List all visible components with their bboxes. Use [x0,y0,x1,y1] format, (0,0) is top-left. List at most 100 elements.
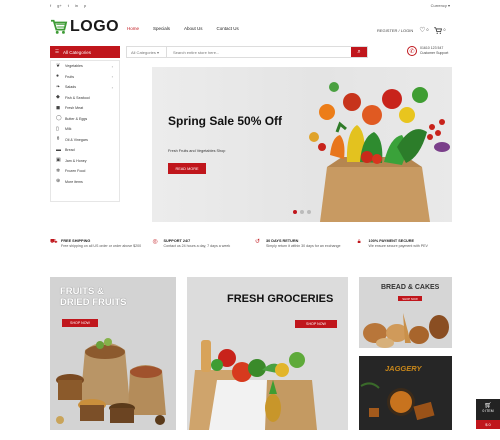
social-links: f g+ t in p [50,3,86,8]
banner-title: FRUITS & DRIED FRUITS [60,286,127,308]
category-item[interactable]: ◼ Fresh Meat [51,103,119,114]
hero-subtitle: Fresh Fruits and Vegetables Shop [168,149,226,153]
banner-fresh-groceries[interactable]: FRESH GROCERIES SHOP NOW [187,277,348,430]
linkedin-icon[interactable]: in [75,3,78,8]
slide-dot-3[interactable] [307,210,311,214]
search-icon: ⌕ [357,48,361,55]
floating-cart-widget[interactable]: 🛒︎ 0 ITEM $ 0 [476,399,500,429]
dried-fruits-image [56,338,166,425]
search-input[interactable]: Search entire store here... [167,50,351,55]
site-logo[interactable]: LOGO [50,18,119,36]
category-item[interactable]: ❄ Frozen Food [51,166,119,177]
chevron-right-icon: › [111,84,113,90]
category-label: Jam & Honey [65,158,87,163]
slide-dot-2[interactable] [300,210,304,214]
category-label: Bread [65,148,75,153]
egg-icon: ◯ [56,115,62,122]
logo-text: LOGO [70,18,120,35]
truck-icon: ⛟ [50,239,58,245]
cart-logo-icon [51,19,68,34]
currency-selector[interactable]: Currency ▾ [431,3,450,8]
feature-desc: Free shipping on all US order or order a… [61,244,142,248]
shop-now-button[interactable]: SHOP NOW [62,319,98,327]
cart-button[interactable]: 0 [434,26,446,34]
chevron-right-icon: › [111,63,113,69]
milk-icon: ▯ [56,125,59,132]
bread-icon: ▬ [56,146,61,153]
feature-desc: Contact us 24 hours a day, 7 days a week [163,244,231,248]
category-item[interactable]: ● Fruits › [51,72,119,83]
jaggery-image [360,382,435,421]
category-label: Butter & Eggs [65,116,88,121]
banner-bread-cakes[interactable]: BREAD & CAKES SHOP NOW [359,277,452,348]
feature-free-shipping: ⛟ FREE SHIPPING Free shipping on all US o… [50,239,153,249]
category-item[interactable]: ❧ Salads › [51,82,119,93]
hero-produce-image [309,82,450,222]
category-label: Fish & Seafood [65,95,90,100]
nav-home[interactable]: Home [127,26,139,31]
cart-total: $ 0 [476,420,500,429]
feature-strip: ⛟ FREE SHIPPING Free shipping on all US o… [50,239,460,249]
wishlist-button[interactable]: ♡ 0 [419,26,428,34]
wishlist-count: 0 [426,28,429,32]
fish-icon: ◆ [56,94,60,101]
leaf-icon: ❧ [56,83,61,90]
banner-title: FRESH GROCERIES [227,293,334,305]
category-item[interactable]: ❦ Vegetables › [51,61,119,72]
category-item[interactable]: ▬ Bread [51,145,119,156]
twitter-icon[interactable]: t [68,3,69,8]
nav-contact-us[interactable]: Contact Us [217,26,239,31]
heart-icon: ♡ [419,27,426,34]
return-icon: ↺ [255,239,261,245]
search-category-select[interactable]: All Categories ▾ [127,47,167,57]
category-label: Fruits [65,74,74,79]
cart-icon [434,26,443,34]
category-item[interactable]: ◆ Fish & Seafood [51,93,119,104]
category-label: Frozen Food [65,169,86,174]
slide-dot-1[interactable] [293,210,297,214]
banner-jaggery[interactable]: JAGGERY [359,356,452,430]
banner-title: JAGGERY [385,364,422,373]
category-item[interactable]: ⚱ Oil & Vinegars [51,135,119,146]
site-header: LOGO Home Specials About Us Contact Us R… [0,18,500,40]
cart-count: 0 [443,28,446,32]
pinterest-icon[interactable]: p [84,3,86,8]
category-item[interactable]: ⊕ More items [51,177,119,188]
bread-image [363,313,449,348]
feature-support: ◎ SUPPORT 24/7 Contact us 24 hours a day,… [153,239,256,249]
top-bar: f g+ t in p Currency ▾ [0,0,500,10]
banner-title: BREAD & CAKES [381,284,440,291]
nav-about-us[interactable]: About Us [184,26,203,31]
register-login-link[interactable]: REGISTER / LOGIN [377,28,413,33]
cart-item-count: 0 ITEM [482,409,494,413]
bottle-icon: ⚱ [56,136,61,143]
category-item[interactable]: ▣ Jam & Honey [51,156,119,167]
meat-icon: ◼ [56,104,61,111]
apple-icon: ● [56,73,60,80]
facebook-icon[interactable]: f [50,3,51,8]
all-categories-toggle[interactable]: ☰ All Categories [50,46,120,58]
category-menu: ❦ Vegetables › ● Fruits › ❧ Salads › ◆ Fish & Seaf… [50,60,120,202]
cart-icon: 🛒︎ [484,403,492,409]
all-categories-label: All Categories [63,49,92,55]
feature-desc: Simply return it within 30 days for an e… [266,244,341,248]
banner-fruits-dried-fruits[interactable]: FRUITS & DRIED FRUITS SHOP NOW [50,277,176,430]
search-button[interactable]: ⌕ [351,47,367,57]
snowflake-icon: ❄ [56,167,61,174]
hero-read-more-button[interactable]: READ MORE [168,163,206,174]
search-bar: All Categories ▾ Search entire store her… [126,46,368,58]
shop-now-button[interactable]: SHOP NOW [398,296,422,301]
grocery-bag-image [189,340,317,430]
hero-slide-dots [293,210,311,214]
category-item[interactable]: ▯ Milk [51,124,119,135]
category-item[interactable]: ◯ Butter & Eggs [51,114,119,125]
main-nav: Home Specials About Us Contact Us [127,26,239,31]
nav-specials[interactable]: Specials [153,26,170,31]
feature-secure-payment: 🔒︎ 100% PAYMENT SECURE We ensure secure p… [358,239,461,249]
google-plus-icon[interactable]: g+ [57,3,62,8]
plus-icon: ⊕ [56,178,61,185]
customer-support: ✆ 01610 123 547 Customer Support [407,46,448,56]
category-label: More items [65,179,83,184]
hero-slider: Spring Sale 50% Off Fresh Fruits and Veg… [152,67,452,222]
hero-title: Spring Sale 50% Off [168,114,283,128]
